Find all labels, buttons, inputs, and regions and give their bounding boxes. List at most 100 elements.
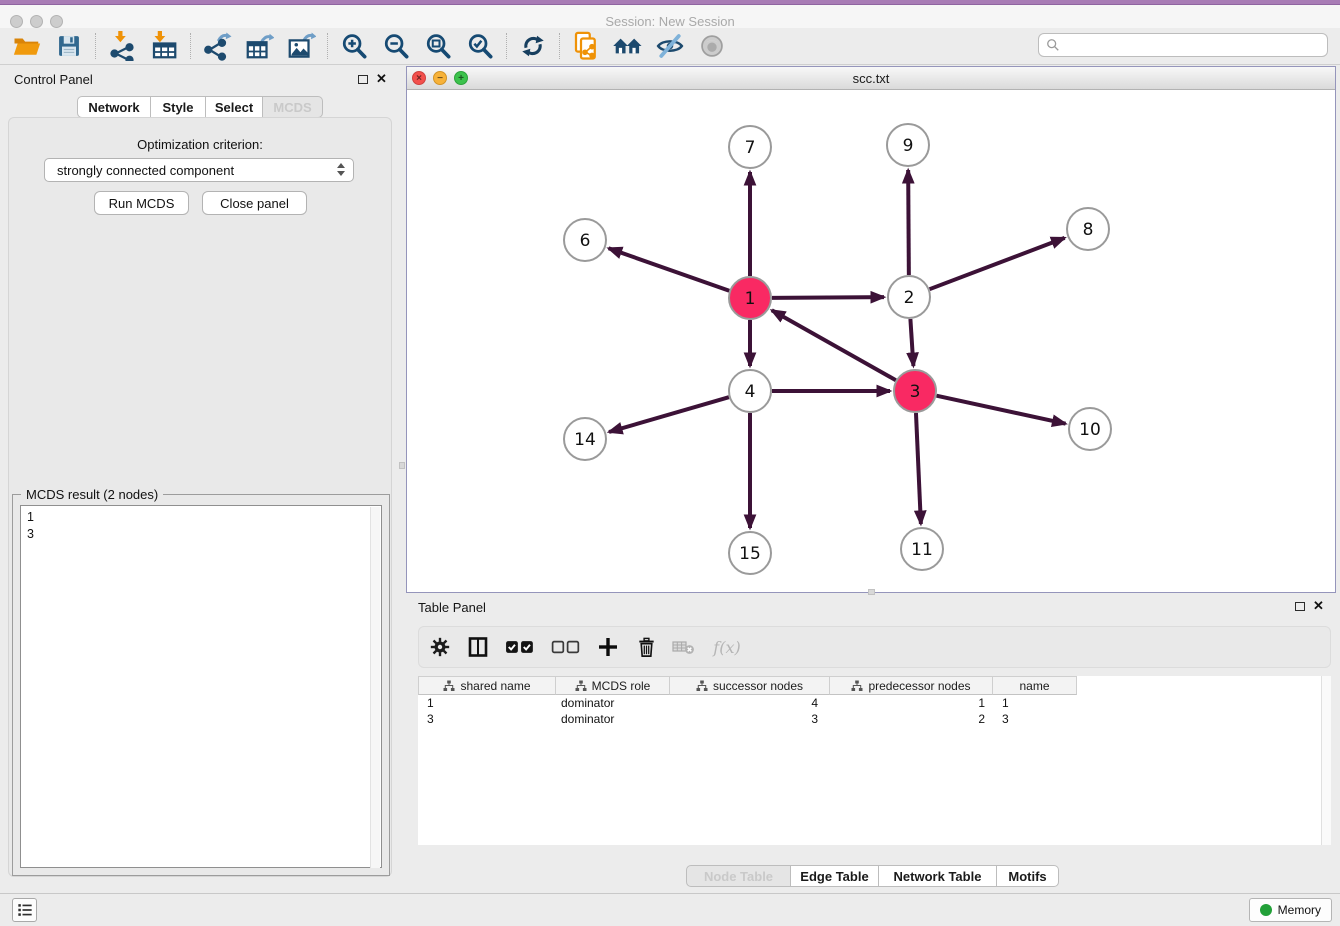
table-row[interactable]: 1 dominator 4 1 1 bbox=[418, 695, 1331, 711]
toolbar-separator bbox=[506, 33, 507, 59]
column-header-shared-name[interactable]: shared name bbox=[418, 676, 556, 695]
tab-style[interactable]: Style bbox=[151, 96, 206, 118]
table-options-button[interactable] bbox=[427, 632, 453, 662]
select-all-columns-button[interactable] bbox=[503, 632, 537, 662]
column-header-mcds-role[interactable]: MCDS role bbox=[556, 676, 670, 695]
graph-edge-3-1[interactable] bbox=[772, 310, 896, 380]
clone-network-button[interactable] bbox=[565, 30, 607, 62]
network-graph[interactable]: 7 9 6 8 1 2 4 3 14 10 15 11 bbox=[407, 90, 1335, 592]
graph-node-14[interactable]: 14 bbox=[564, 418, 606, 460]
import-table-icon bbox=[149, 31, 179, 61]
create-column-button[interactable] bbox=[595, 632, 621, 662]
zoom-fit-button[interactable] bbox=[417, 30, 459, 62]
network-window-titlebar[interactable]: × − + scc.txt bbox=[407, 67, 1335, 90]
export-table-icon bbox=[244, 31, 274, 61]
table-row[interactable]: 3 dominator 3 2 3 bbox=[418, 711, 1331, 727]
delete-column-button[interactable] bbox=[633, 632, 659, 662]
graph-node-4[interactable]: 4 bbox=[729, 370, 771, 412]
table-header-row: shared name MCDS role successor nodes pr… bbox=[418, 676, 1331, 695]
network-canvas[interactable]: 7 9 6 8 1 2 4 3 14 10 15 11 bbox=[407, 90, 1335, 592]
memory-button[interactable]: Memory bbox=[1249, 898, 1332, 922]
table-vertical-scrollbar[interactable] bbox=[1321, 676, 1331, 845]
graph-node-2[interactable]: 2 bbox=[888, 276, 930, 318]
graph-node-9[interactable]: 9 bbox=[887, 124, 929, 166]
column-header-predecessor-nodes[interactable]: predecessor nodes bbox=[830, 676, 993, 695]
search-input[interactable] bbox=[1065, 36, 1327, 54]
import-network-button[interactable] bbox=[101, 30, 143, 62]
zoom-in-button[interactable] bbox=[333, 30, 375, 62]
float-table-panel-icon[interactable] bbox=[1295, 602, 1305, 611]
function-builder-button[interactable]: f(x) bbox=[709, 632, 745, 662]
zoom-out-button[interactable] bbox=[375, 30, 417, 62]
graph-node-10[interactable]: 10 bbox=[1069, 408, 1111, 450]
export-image-icon bbox=[286, 31, 316, 61]
graph-edge-3-11[interactable] bbox=[916, 413, 921, 524]
graph-edge-2-8[interactable] bbox=[930, 238, 1065, 289]
column-label: successor nodes bbox=[713, 679, 803, 693]
unselect-all-columns-button[interactable] bbox=[549, 632, 583, 662]
tab-select[interactable]: Select bbox=[206, 96, 263, 118]
tab-network-table[interactable]: Network Table bbox=[879, 865, 997, 887]
close-table-panel-icon[interactable]: ✕ bbox=[1313, 601, 1324, 611]
close-panel-button[interactable]: Close panel bbox=[202, 191, 307, 215]
graph-edge-4-14[interactable] bbox=[609, 397, 729, 432]
graph-node-15[interactable]: 15 bbox=[729, 532, 771, 574]
float-panel-icon[interactable] bbox=[358, 75, 368, 84]
horizontal-splitter-handle[interactable] bbox=[868, 589, 875, 595]
graph-node-7[interactable]: 7 bbox=[729, 126, 771, 168]
graph-edge-1-2[interactable] bbox=[772, 297, 884, 298]
delete-table-icon bbox=[671, 636, 697, 658]
graph-node-1[interactable]: 1 bbox=[729, 277, 771, 319]
zoom-fit-icon bbox=[423, 31, 453, 61]
result-scrollbar[interactable] bbox=[370, 507, 380, 868]
mcds-result-textarea[interactable]: 1 3 bbox=[20, 505, 382, 868]
status-bar: Memory bbox=[0, 893, 1340, 926]
column-header-name[interactable]: name bbox=[993, 676, 1077, 695]
zoom-selected-button[interactable] bbox=[459, 30, 501, 62]
table-panel-tabs: Node Table Edge Table Network Table Moti… bbox=[686, 865, 1059, 887]
save-session-button[interactable] bbox=[48, 30, 90, 62]
mcds-result-groupbox: MCDS result (2 nodes) 1 3 bbox=[12, 494, 390, 876]
tab-edge-table[interactable]: Edge Table bbox=[791, 865, 879, 887]
table-panel-title: Table Panel bbox=[418, 600, 486, 615]
show-column-button[interactable] bbox=[465, 632, 491, 662]
export-network-button[interactable] bbox=[196, 30, 238, 62]
graph-node-11[interactable]: 11 bbox=[901, 528, 943, 570]
home-view-button[interactable] bbox=[607, 30, 649, 62]
export-table-button[interactable] bbox=[238, 30, 280, 62]
hide-graphics-button[interactable] bbox=[649, 30, 691, 62]
cell-mcds-role: dominator bbox=[556, 712, 670, 726]
delete-table-button[interactable] bbox=[671, 632, 697, 662]
tab-network[interactable]: Network bbox=[77, 96, 151, 118]
open-session-button[interactable] bbox=[6, 30, 48, 62]
unchecked-boxes-icon bbox=[551, 639, 581, 655]
graph-node-label: 1 bbox=[745, 289, 756, 309]
export-image-button[interactable] bbox=[280, 30, 322, 62]
graph-node-3[interactable]: 3 bbox=[894, 370, 936, 412]
tree-icon bbox=[575, 680, 587, 692]
close-panel-icon[interactable]: ✕ bbox=[376, 74, 387, 84]
graph-edge-1-6[interactable] bbox=[609, 248, 730, 290]
apply-layout-button[interactable] bbox=[512, 30, 554, 62]
tab-motifs[interactable]: Motifs bbox=[997, 865, 1059, 887]
criterion-select[interactable]: strongly connected component bbox=[44, 158, 354, 182]
eye-slash-icon bbox=[655, 31, 685, 61]
search-field[interactable] bbox=[1038, 33, 1328, 57]
graph-edge-2-3[interactable] bbox=[910, 319, 913, 366]
tab-node-table[interactable]: Node Table bbox=[686, 865, 791, 887]
vertical-splitter-handle[interactable] bbox=[399, 462, 405, 469]
graph-node-label: 6 bbox=[580, 231, 591, 251]
result-line: 3 bbox=[27, 526, 375, 543]
task-history-button[interactable] bbox=[12, 898, 37, 922]
graph-node-6[interactable]: 6 bbox=[564, 219, 606, 261]
show-graphics-button[interactable] bbox=[691, 30, 733, 62]
graph-node-8[interactable]: 8 bbox=[1067, 208, 1109, 250]
graph-edge-2-9[interactable] bbox=[908, 170, 909, 275]
zoom-selected-icon bbox=[465, 31, 495, 61]
run-mcds-button[interactable]: Run MCDS bbox=[94, 191, 189, 215]
tab-mcds[interactable]: MCDS bbox=[263, 96, 323, 118]
graph-edge-3-10[interactable] bbox=[936, 396, 1065, 424]
graph-node-label: 10 bbox=[1079, 420, 1101, 440]
column-header-successor-nodes[interactable]: successor nodes bbox=[670, 676, 830, 695]
import-table-button[interactable] bbox=[143, 30, 185, 62]
